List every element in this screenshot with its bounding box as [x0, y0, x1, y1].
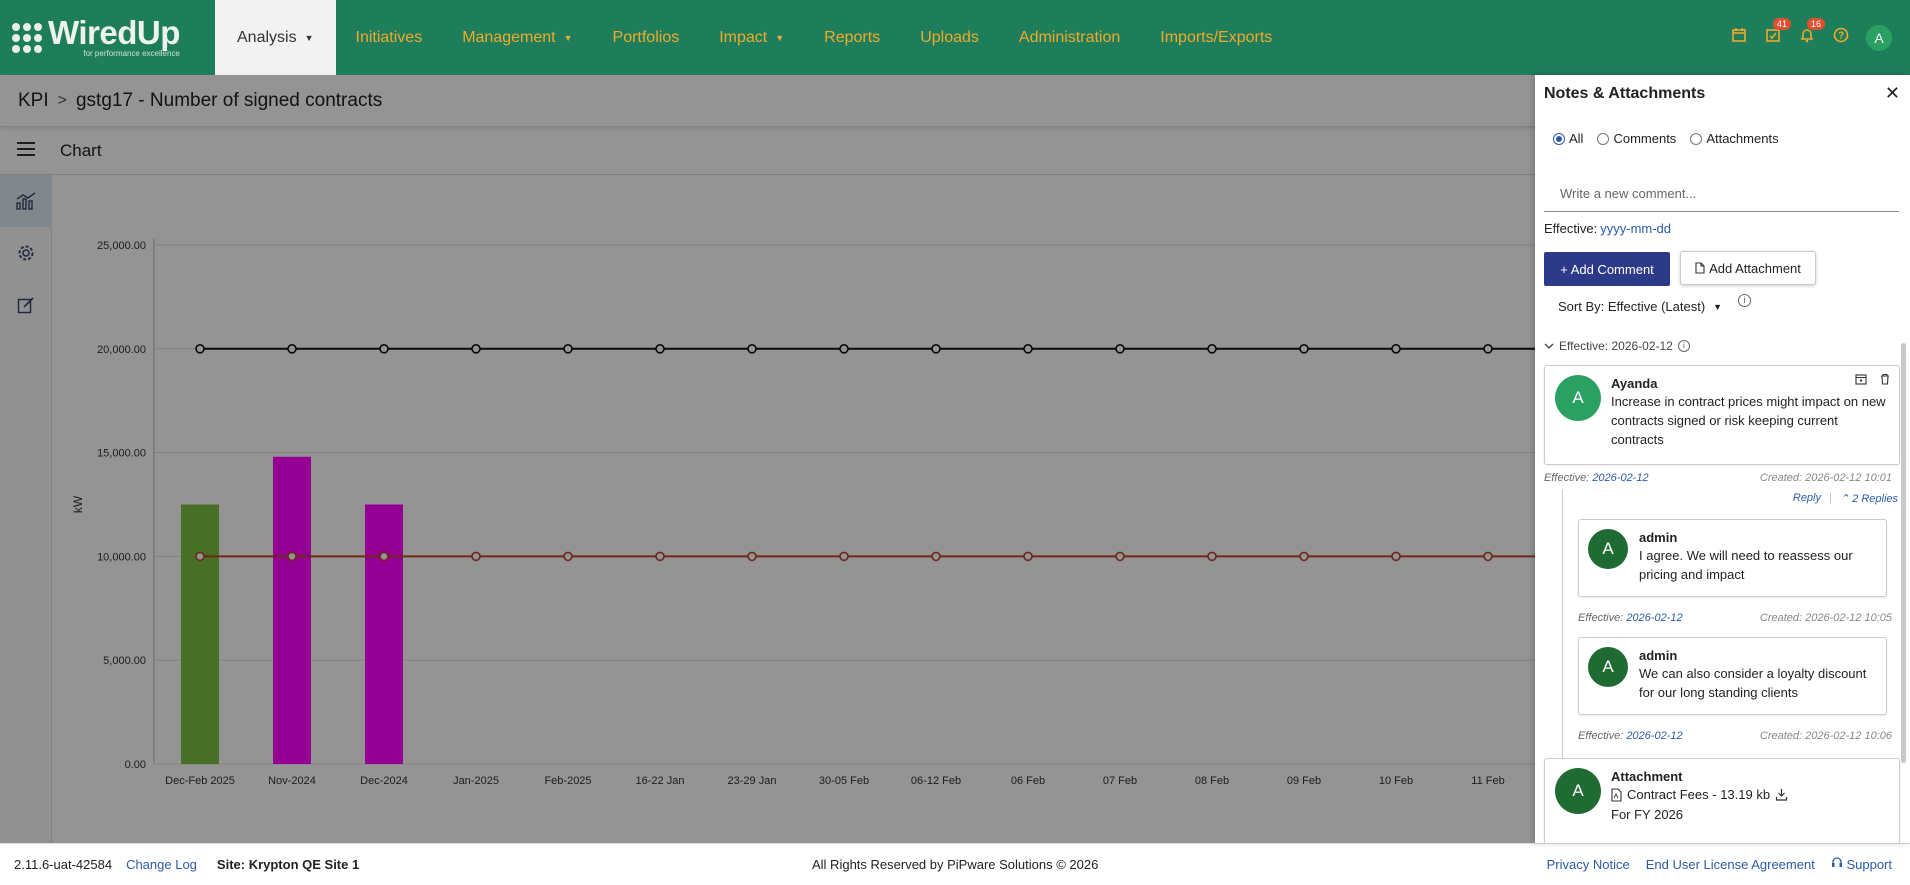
attachment-card: A Attachment Contract Fees - 13.19 kb Fo…: [1544, 758, 1900, 843]
new-comment-input[interactable]: [1544, 175, 1899, 212]
notifications-badge: 16: [1806, 18, 1825, 30]
reply-text: I agree. We will need to reassess our pr…: [1639, 548, 1853, 582]
svg-text:?: ?: [1838, 31, 1844, 42]
nav-initiatives[interactable]: Initiatives: [336, 0, 443, 75]
filter-attachments-radio[interactable]: Attachments: [1690, 131, 1779, 146]
add-attachment-highlight: Add Attachment: [1673, 242, 1819, 295]
nav-reports[interactable]: Reports: [804, 0, 900, 75]
footer: 2.11.6-uat-42584 Change Log Site: Krypto…: [0, 843, 1910, 885]
effective-group-header[interactable]: Effective: 2026-02-12 i: [1544, 339, 1690, 353]
replies-toggle[interactable]: ⌃ 2 Replies: [1840, 492, 1898, 505]
copyright: All Rights Reserved by PiPware Solutions…: [812, 857, 1099, 872]
comment-author: Ayanda: [1611, 376, 1658, 391]
comment-created-date: Created: 2026-02-12 10:01: [1759, 472, 1892, 484]
calendar-icon[interactable]: [1730, 27, 1748, 48]
effective-date-picker[interactable]: yyyy-mm-dd: [1600, 221, 1671, 236]
download-icon[interactable]: [1775, 788, 1788, 801]
radio-unchecked-icon: [1690, 132, 1703, 145]
comment-text: Increase in contract prices might impact…: [1611, 394, 1886, 447]
support-link[interactable]: Support: [1831, 857, 1892, 872]
tasks-badge: 41: [1772, 18, 1791, 30]
comment-effective-date: Effective: 2026-02-12: [1544, 472, 1649, 484]
user-avatar[interactable]: A: [1866, 24, 1892, 51]
chevron-down-icon: ▼: [304, 32, 314, 43]
reply-card: A admin I agree. We will need to reasses…: [1578, 519, 1887, 597]
wiredup-logo[interactable]: WiredUp for performance excellence: [0, 0, 215, 75]
nav-imports-exports[interactable]: Imports/Exports: [1140, 0, 1292, 75]
reply-author: admin: [1639, 648, 1678, 663]
support-icon: [1831, 857, 1842, 867]
attachment-file-name[interactable]: Contract Fees - 13.19 kb: [1627, 785, 1770, 804]
attachment-description: For FY 2026: [1611, 807, 1684, 822]
sort-dropdown[interactable]: Sort By: Effective (Latest) ▼: [1558, 299, 1722, 314]
attachment-file: Contract Fees - 13.19 kb: [1611, 785, 1788, 804]
reply-created-date: Created: 2026-02-12 10:05: [1759, 612, 1892, 624]
modal-backdrop[interactable]: [0, 75, 1535, 843]
chevron-down-icon: ▼: [563, 32, 573, 43]
info-icon[interactable]: i: [1677, 340, 1690, 352]
panel-title: Notes & Attachments: [1544, 85, 1706, 102]
chevron-down-icon: ▼: [1713, 301, 1723, 312]
privacy-notice-link[interactable]: Privacy Notice: [1547, 857, 1630, 872]
reply-author: admin: [1639, 530, 1678, 545]
filter-radio-group: All Comments Attachments: [1553, 131, 1779, 146]
avatar: A: [1555, 768, 1601, 814]
reply-link[interactable]: Reply: [1793, 492, 1821, 505]
chevron-down-icon: [1544, 343, 1554, 349]
nav-impact[interactable]: Impact ▼: [699, 0, 804, 75]
chevron-down-icon: ▼: [775, 32, 785, 43]
nav-administration[interactable]: Administration: [999, 0, 1140, 75]
reply-effective-date: Effective: 2026-02-12: [1578, 730, 1683, 742]
close-icon[interactable]: ✕: [1885, 83, 1900, 104]
filter-comments-radio[interactable]: Comments: [1597, 131, 1676, 146]
nav-portfolios[interactable]: Portfolios: [593, 0, 700, 75]
radio-checked-icon: [1553, 132, 1565, 145]
reply-effective-date: Effective: 2026-02-12: [1578, 612, 1683, 624]
feed-scrollbar[interactable]: [1901, 343, 1906, 763]
bell-icon[interactable]: 16: [1798, 18, 1825, 48]
info-icon[interactable]: i: [1738, 294, 1751, 307]
site-label: Site: Krypton QE Site 1: [216, 857, 360, 872]
reply-card: A admin We can also consider a loyalty d…: [1578, 637, 1887, 715]
notes-feed: Effective: 2026-02-12 i A Ayanda Increas…: [1535, 337, 1910, 843]
add-comment-button[interactable]: + Add Comment: [1544, 252, 1670, 286]
filter-all-radio[interactable]: All: [1553, 131, 1583, 146]
add-attachment-button[interactable]: Add Attachment: [1680, 251, 1816, 285]
avatar: A: [1555, 375, 1601, 421]
attachment-title: Attachment: [1611, 769, 1683, 784]
avatar: A: [1588, 529, 1628, 569]
logo-text: WiredUp: [48, 13, 180, 51]
radio-unchecked-icon: [1597, 132, 1610, 145]
logo-dots-icon: [12, 22, 42, 53]
effective-date-row: Effective: yyyy-mm-dd: [1544, 221, 1672, 236]
avatar: A: [1588, 647, 1628, 687]
help-icon[interactable]: ?: [1832, 27, 1850, 48]
chevron-up-icon: ⌃: [1839, 493, 1850, 505]
top-navigation-bar: WiredUp for performance excellence Analy…: [0, 0, 1910, 75]
comment-card: A Ayanda Increase in contract prices mig…: [1544, 365, 1900, 465]
reply-created-date: Created: 2026-02-12 10:06: [1759, 730, 1892, 742]
pdf-file-icon: [1611, 787, 1622, 802]
eula-link[interactable]: End User License Agreement: [1646, 857, 1815, 872]
app-version: 2.11.6-uat-42584: [14, 857, 113, 872]
tasks-icon[interactable]: 41: [1764, 18, 1791, 48]
file-icon: [1695, 262, 1705, 274]
nav-management[interactable]: Management ▼: [442, 0, 592, 75]
notes-attachments-panel: Notes & Attachments ✕ All Comments Attac…: [1535, 75, 1910, 843]
nav-uploads[interactable]: Uploads: [900, 0, 999, 75]
nav-analysis[interactable]: Analysis ▼: [215, 0, 336, 75]
change-log-link[interactable]: Change Log: [126, 857, 197, 872]
calendar-icon[interactable]: [1855, 373, 1867, 385]
trash-icon[interactable]: [1879, 373, 1891, 385]
reply-text: We can also consider a loyalty discount …: [1639, 666, 1867, 700]
